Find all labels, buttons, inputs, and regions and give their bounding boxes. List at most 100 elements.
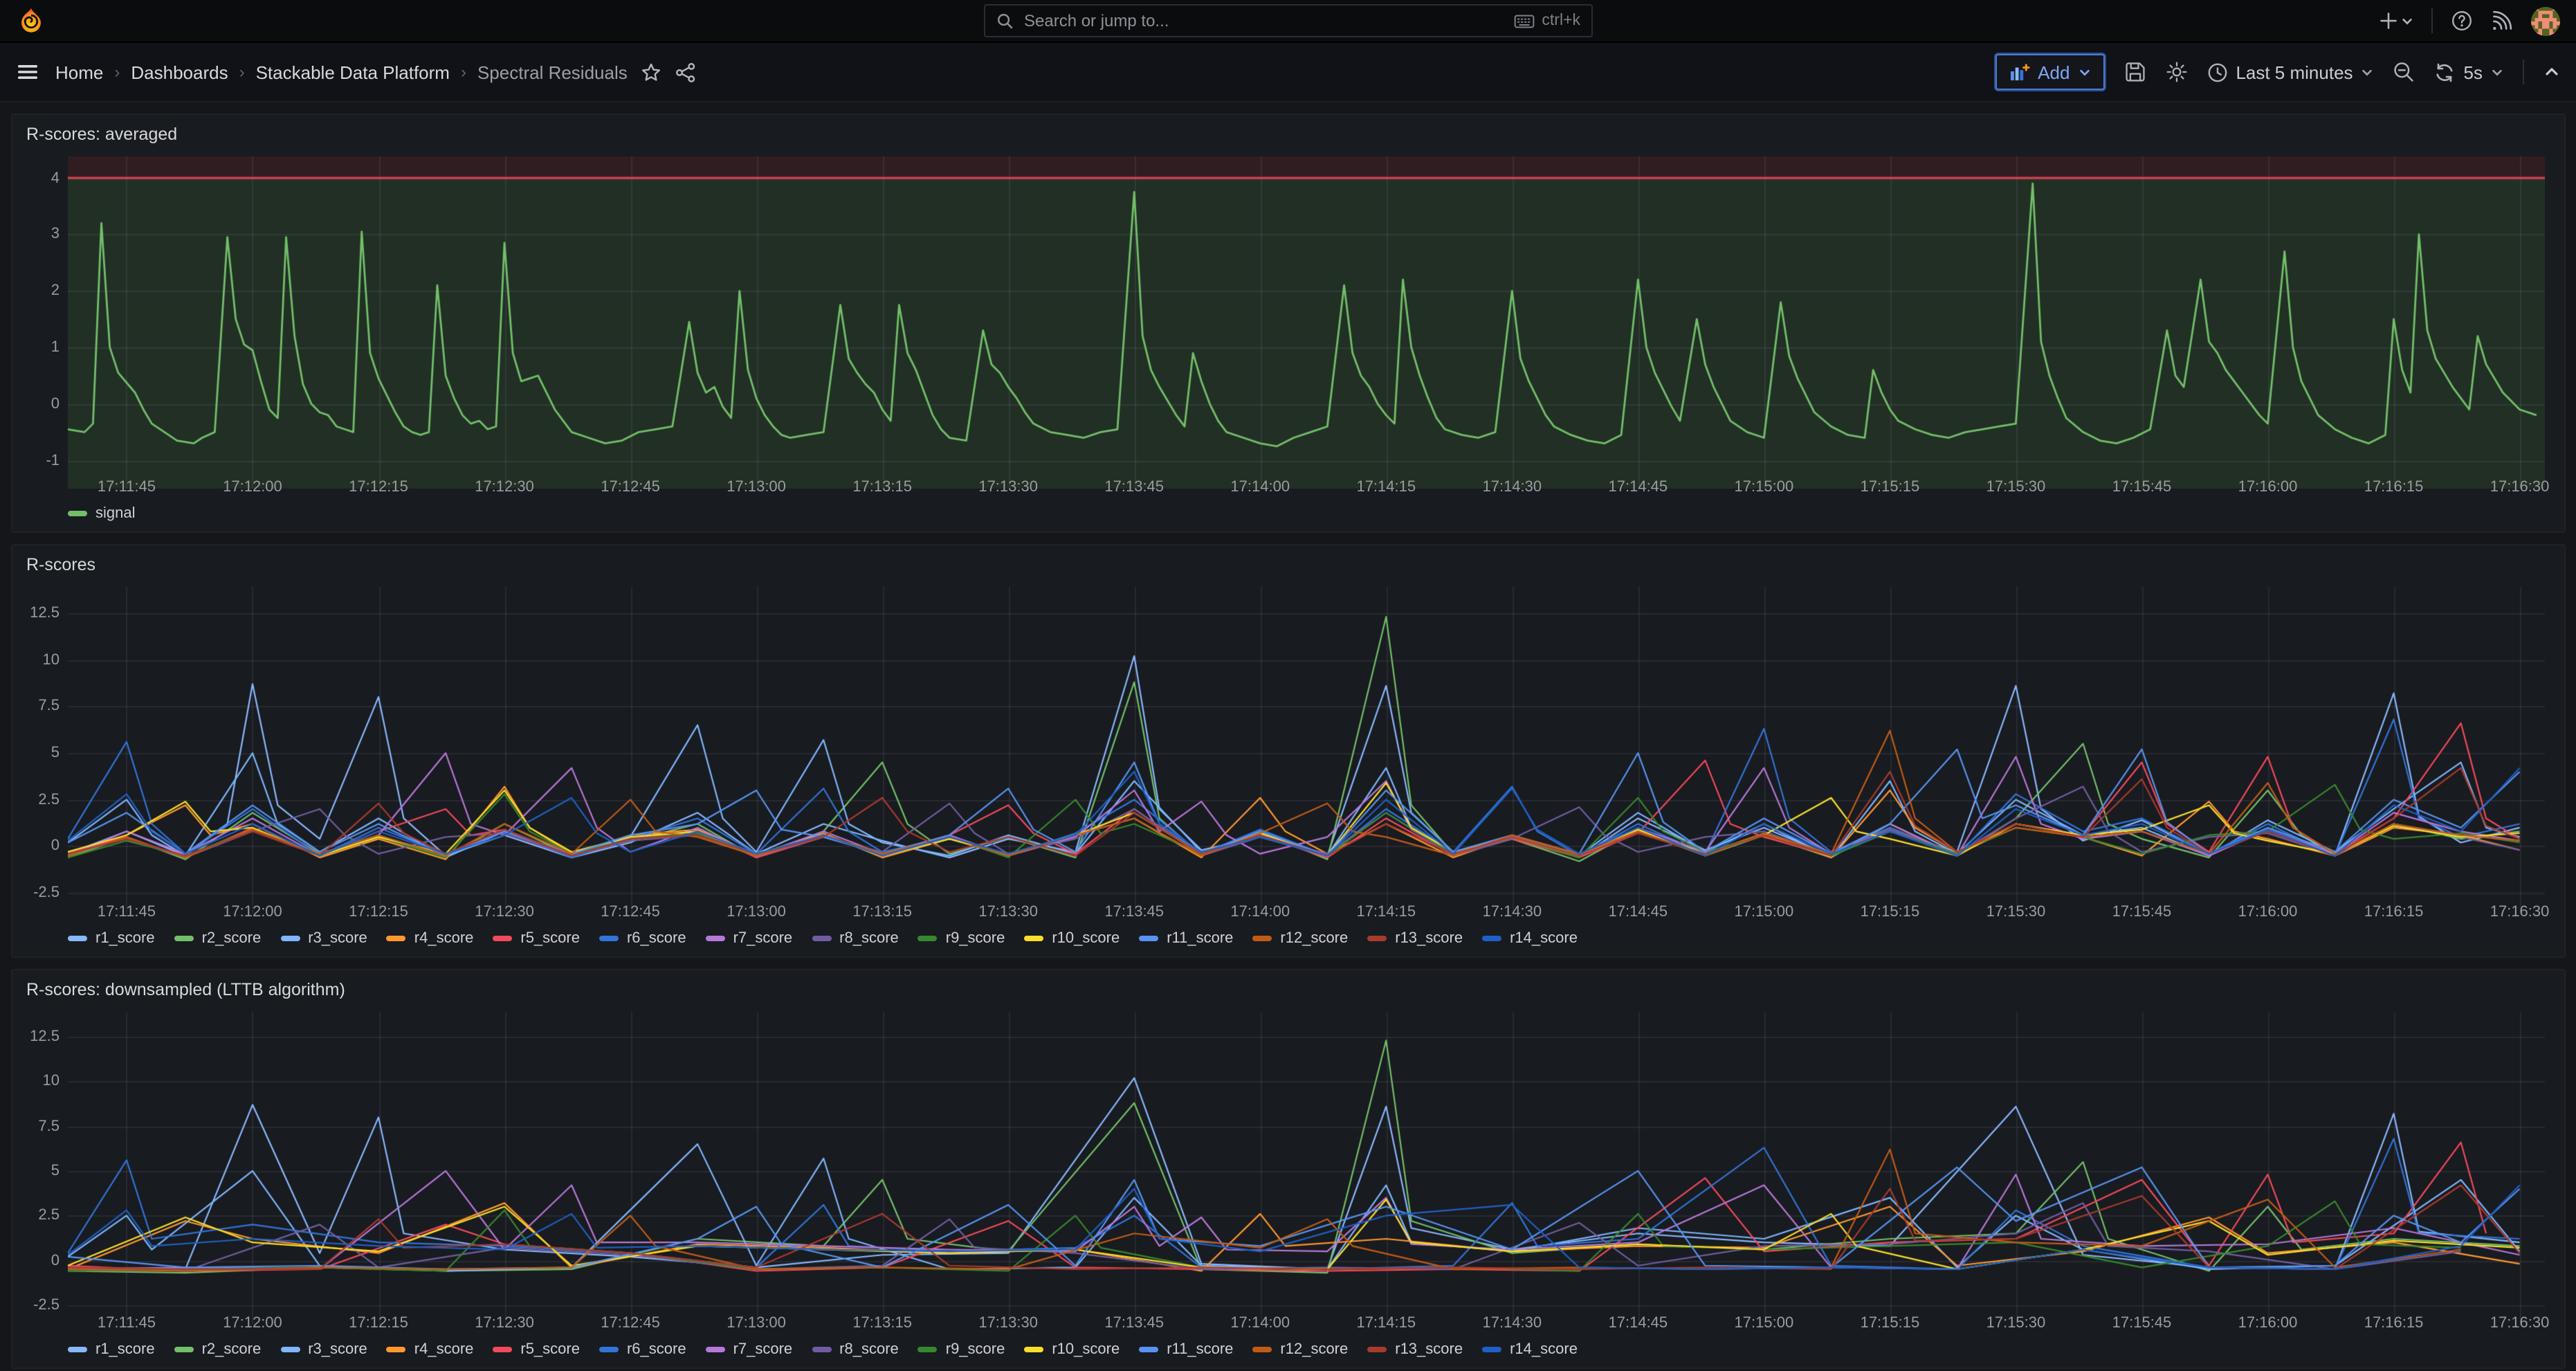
legend-item[interactable]: r12_score: [1252, 930, 1348, 947]
legend-swatch: [1367, 1347, 1387, 1352]
legend-label: r1_score: [95, 1341, 155, 1358]
search-input[interactable]: Search or jump to... ctrl+k: [984, 4, 1593, 37]
breadcrumb-folder[interactable]: Stackable Data Platform: [256, 62, 450, 82]
legend-item[interactable]: r14_score: [1482, 1341, 1578, 1358]
legend-item[interactable]: r14_score: [1482, 930, 1578, 947]
legend-label: r5_score: [520, 1341, 580, 1358]
legend-item[interactable]: r4_score: [387, 930, 474, 947]
star-icon[interactable]: [641, 62, 662, 82]
legend-item[interactable]: r12_score: [1252, 1341, 1348, 1358]
plot-area[interactable]: [68, 1012, 2545, 1308]
x-tick-label: 17:14:30: [1482, 1315, 1542, 1332]
legend-item[interactable]: r11_score: [1139, 1341, 1233, 1358]
legend-item[interactable]: r1_score: [68, 930, 155, 947]
x-tick-label: 17:12:15: [349, 479, 408, 496]
legend-item[interactable]: r4_score: [387, 1341, 474, 1358]
legend-item[interactable]: r3_score: [280, 930, 367, 947]
shortcut-hint: ctrl+k: [1514, 12, 1580, 29]
plot-area[interactable]: [68, 156, 2545, 472]
grafana-logo-icon[interactable]: [17, 6, 46, 35]
x-tick-label: 17:13:45: [1104, 904, 1164, 920]
legend-item[interactable]: r1_score: [68, 1341, 155, 1358]
help-icon[interactable]: [2451, 10, 2473, 32]
x-tick-label: 17:15:30: [1986, 479, 2046, 496]
legend-item[interactable]: r10_score: [1024, 930, 1120, 947]
legend-item[interactable]: r2_score: [174, 1341, 262, 1358]
x-tick-label: 17:12:30: [475, 479, 534, 496]
legend: signal: [12, 502, 2564, 532]
x-axis-labels: 17:11:4517:12:0017:12:1517:12:3017:12:45…: [68, 472, 2545, 502]
legend-label: r2_score: [202, 1341, 262, 1358]
add-button[interactable]: Add: [1995, 54, 2104, 90]
grafana-app: Search or jump to... ctrl+k: [0, 0, 2576, 1371]
new-menu-button[interactable]: [2379, 11, 2413, 30]
legend-item[interactable]: r5_score: [493, 930, 580, 947]
avatar[interactable]: [2531, 6, 2560, 35]
menu-icon[interactable]: [17, 61, 39, 83]
legend-item[interactable]: r13_score: [1367, 1341, 1463, 1358]
legend-item[interactable]: r9_score: [918, 1341, 1005, 1358]
x-tick-label: 17:16:00: [2238, 1315, 2298, 1332]
legend-item[interactable]: r7_score: [706, 930, 793, 947]
legend-item[interactable]: signal: [68, 505, 136, 522]
legend-item[interactable]: r8_score: [812, 1341, 899, 1358]
breadcrumb-dashboards[interactable]: Dashboards: [131, 62, 228, 82]
x-tick-label: 17:16:30: [2490, 479, 2550, 496]
dashboard-toolbar: Home › Dashboards › Stackable Data Platf…: [0, 43, 2576, 102]
x-tick-label: 17:12:00: [223, 904, 282, 920]
x-axis-labels: 17:11:4517:12:0017:12:1517:12:3017:12:45…: [68, 1308, 2545, 1338]
x-tick-label: 17:13:30: [978, 904, 1038, 920]
panel-r-scores-averaged: R-scores: averaged -101234 17:11:4517:12…: [11, 114, 2566, 533]
legend-label: r11_score: [1167, 1341, 1233, 1358]
legend-item[interactable]: r6_score: [599, 930, 686, 947]
panel-header[interactable]: R-scores: downsampled (LTTB algorithm): [12, 970, 2564, 1009]
legend-swatch: [387, 936, 406, 941]
legend-item[interactable]: r11_score: [1139, 930, 1233, 947]
refresh-picker[interactable]: 5s: [2435, 62, 2503, 82]
save-icon[interactable]: [2123, 61, 2146, 83]
x-tick-label: 17:14:45: [1609, 904, 1668, 920]
legend-item[interactable]: r7_score: [706, 1341, 793, 1358]
legend-label: r14_score: [1510, 930, 1578, 947]
breadcrumb-home[interactable]: Home: [55, 62, 103, 82]
legend-item[interactable]: r8_score: [812, 930, 899, 947]
gear-icon[interactable]: [2165, 61, 2187, 83]
legend-swatch: [918, 1347, 938, 1352]
chevron-up-icon[interactable]: [2543, 64, 2560, 80]
x-tick-label: 17:15:15: [1861, 479, 1920, 496]
news-icon[interactable]: [2491, 10, 2513, 32]
legend-label: r3_score: [308, 930, 367, 947]
legend-item[interactable]: r3_score: [280, 1341, 367, 1358]
legend-item[interactable]: r13_score: [1367, 930, 1463, 947]
share-icon[interactable]: [676, 62, 697, 82]
legend-item[interactable]: r6_score: [599, 1341, 686, 1358]
legend-swatch: [280, 936, 300, 941]
y-tick-label: -2.5: [33, 883, 60, 902]
top-nav: Search or jump to... ctrl+k: [0, 0, 2576, 43]
legend-swatch: [599, 936, 619, 941]
legend-label: r14_score: [1510, 1341, 1578, 1358]
x-tick-label: 17:15:45: [2112, 904, 2172, 920]
legend-swatch: [493, 1347, 512, 1352]
legend-swatch: [1252, 936, 1272, 941]
legend-label: r4_score: [414, 1341, 474, 1358]
zoom-out-icon[interactable]: [2393, 61, 2415, 83]
legend-item[interactable]: r9_score: [918, 930, 1005, 947]
legend-item[interactable]: r5_score: [493, 1341, 580, 1358]
legend-item[interactable]: r2_score: [174, 930, 262, 947]
dashboard-grid: R-scores: averaged -101234 17:11:4517:12…: [0, 102, 2576, 1371]
x-tick-label: 17:12:00: [223, 479, 282, 496]
breadcrumb-separator: ›: [461, 62, 466, 82]
legend-item[interactable]: r10_score: [1024, 1341, 1120, 1358]
legend-label: r1_score: [95, 930, 155, 947]
x-tick-label: 17:12:45: [601, 479, 660, 496]
time-range-picker[interactable]: Last 5 minutes: [2207, 62, 2373, 82]
x-tick-label: 17:13:30: [978, 479, 1038, 496]
panel-header[interactable]: R-scores: averaged: [12, 115, 2564, 154]
legend-swatch: [68, 1347, 87, 1352]
x-tick-label: 17:12:45: [601, 904, 660, 920]
x-tick-label: 17:14:15: [1356, 479, 1416, 496]
panel-header[interactable]: R-scores: [12, 545, 2564, 584]
y-tick-label: 3: [51, 225, 60, 244]
plot-area[interactable]: [68, 587, 2545, 897]
